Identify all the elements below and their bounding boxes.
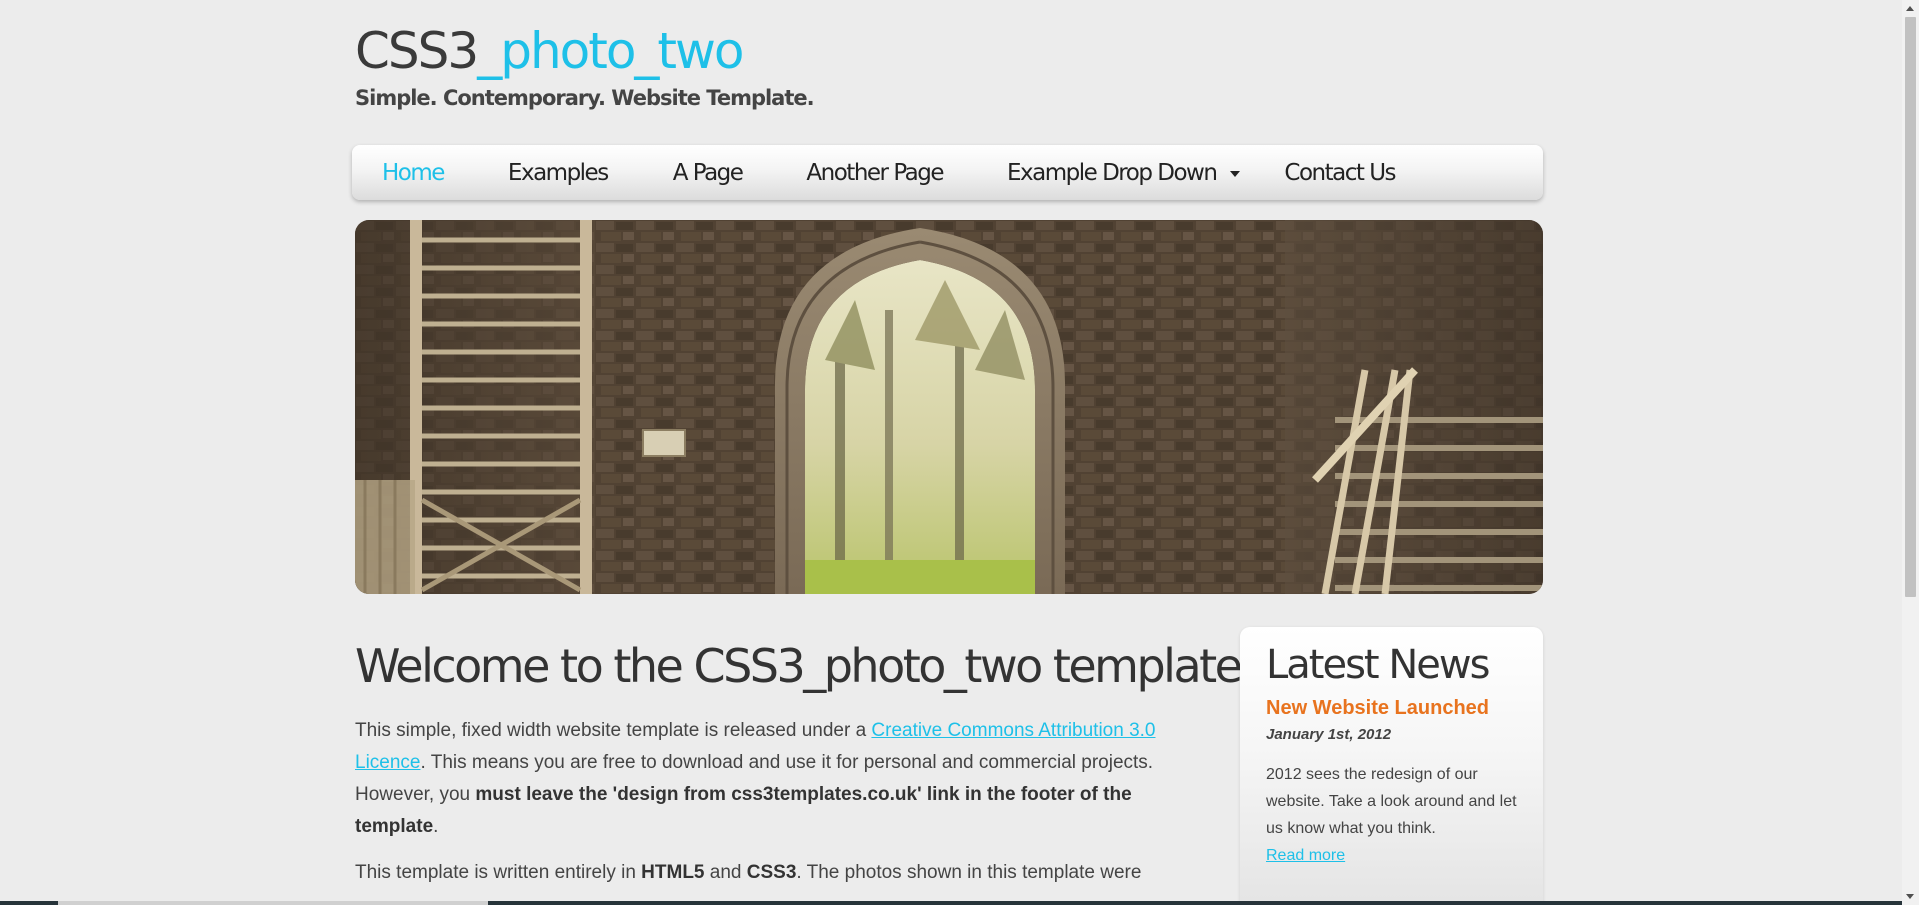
menu-item-example-drop-down[interactable]: Example Drop Down: [943, 145, 1241, 200]
tech-bold-html5: HTML5: [641, 862, 705, 883]
menu-item-another-page-label: Another Page: [806, 159, 944, 186]
horizontal-scrollbar[interactable]: [0, 901, 1902, 905]
tech-text-3: . The photos shown in this template were: [796, 862, 1142, 883]
intro-text-3: .: [433, 816, 439, 837]
page-title: Welcome to the CSS3_photo_two template: [355, 639, 1243, 693]
site-logo[interactable]: CSS3_photo_two Simple. Contemporary. Web…: [355, 18, 815, 112]
tech-paragraph: This template is written entirely in HTM…: [355, 857, 1170, 889]
menu-item-examples[interactable]: Examples: [444, 145, 609, 200]
menu-item-contact-us-label: Contact Us: [1284, 159, 1396, 186]
menu-item-a-page-label: A Page: [672, 159, 744, 186]
intro-paragraph: This simple, fixed width website templat…: [355, 715, 1170, 843]
menu-item-a-page[interactable]: A Page: [608, 145, 744, 200]
banner-photo: [355, 220, 1543, 594]
main-content: Welcome to the CSS3_photo_two template T…: [355, 635, 1243, 889]
news-item-title: New Website Launched: [1266, 697, 1490, 719]
scroll-down-arrow-icon[interactable]: [1902, 888, 1919, 905]
tech-text-1: This template is written entirely in: [355, 862, 642, 883]
news-heading: Latest News: [1266, 642, 1490, 688]
browser-viewport: CSS3_photo_two Simple. Contemporary. Web…: [0, 0, 1919, 905]
news-sidebar-inner: Latest News New Website Launched January…: [1266, 637, 1526, 869]
menu-item-home-label: Home: [382, 159, 445, 186]
vertical-scrollbar[interactable]: [1902, 0, 1919, 905]
site-slogan: Simple. Contemporary. Website Template.: [355, 86, 815, 110]
menu-item-another-page[interactable]: Another Page: [742, 145, 944, 200]
menu-item-example-drop-down-label: Example Drop Down: [1007, 159, 1218, 186]
read-more-link[interactable]: Read more: [1266, 842, 1345, 869]
news-item-date: January 1st, 2012: [1266, 726, 1392, 743]
menu-item-examples-label: Examples: [507, 159, 609, 186]
menu-item-home[interactable]: Home: [352, 145, 445, 200]
tech-text-2: and: [704, 862, 747, 883]
archway-photo-image: [355, 220, 1543, 594]
news-item-body: 2012 sees the redesign of our website. T…: [1266, 766, 1517, 837]
intro-text-1: This simple, fixed width website templat…: [355, 720, 872, 741]
horizontal-scroll-segment: [0, 901, 58, 905]
site-title[interactable]: CSS3_photo_two: [355, 18, 814, 84]
chevron-down-icon: [1230, 170, 1241, 177]
main-menu: Home Examples A Page Another Page Exampl…: [352, 145, 1397, 200]
news-sidebar: Latest News New Website Launched January…: [1240, 627, 1543, 905]
tech-bold-css3: CSS3: [746, 862, 797, 883]
site-title-accent: _photo_two: [477, 22, 744, 80]
main-menu-bar: Home Examples A Page Another Page Exampl…: [352, 145, 1543, 200]
horizontal-scroll-segment: [488, 901, 1902, 905]
menu-item-contact-us[interactable]: Contact Us: [1240, 145, 1396, 200]
site-title-main: CSS3: [355, 22, 479, 80]
scrollbar-thumb[interactable]: [1905, 17, 1916, 597]
scroll-up-arrow-icon[interactable]: [1902, 0, 1919, 17]
